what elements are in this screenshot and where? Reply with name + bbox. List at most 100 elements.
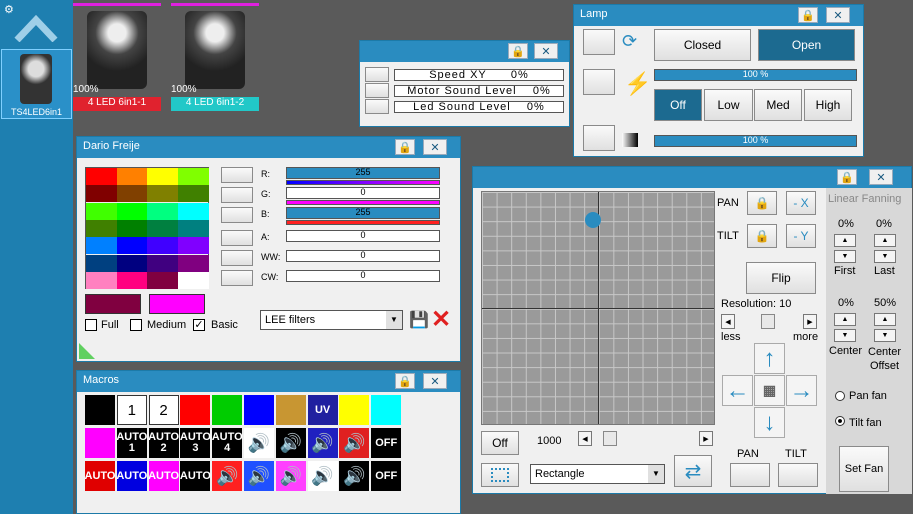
palette-swatch[interactable] xyxy=(86,168,117,185)
med-button[interactable]: Med xyxy=(754,89,802,121)
speaker-icon[interactable]: 🔊 xyxy=(307,461,338,491)
open-button[interactable]: Open xyxy=(758,29,855,61)
palette-swatch[interactable] xyxy=(147,185,178,203)
channel-value-bar[interactable]: 0 xyxy=(286,229,440,242)
resolution-left-arrow[interactable]: ◀ xyxy=(721,314,735,329)
palette-swatch[interactable] xyxy=(116,237,148,255)
arrow-right-icon[interactable]: → xyxy=(786,375,817,406)
palette-swatch[interactable] xyxy=(116,271,148,289)
speaker-icon[interactable]: 🔊 xyxy=(244,461,274,491)
channel-button[interactable] xyxy=(221,249,253,266)
gear-icon[interactable]: ⚙ xyxy=(4,3,14,16)
channel-button[interactable] xyxy=(221,270,253,286)
palette-swatch[interactable] xyxy=(177,168,209,185)
close-icon[interactable]: ✕ xyxy=(534,43,558,59)
color-palette[interactable] xyxy=(85,167,209,289)
arrow-down-icon[interactable]: ↓ xyxy=(754,407,785,438)
set-fan-button[interactable]: Set Fan xyxy=(839,446,889,492)
close-icon[interactable]: ✕ xyxy=(869,169,893,185)
macro-button[interactable]: 1 xyxy=(116,395,147,425)
palette-swatch[interactable] xyxy=(147,168,178,185)
resolution-slider-thumb[interactable] xyxy=(761,314,775,329)
palette-swatch[interactable] xyxy=(86,185,117,203)
speaker-icon[interactable]: 🔊 xyxy=(244,428,274,458)
palette-swatch[interactable] xyxy=(116,254,148,272)
palette-swatch[interactable] xyxy=(86,271,117,289)
palette-swatch[interactable] xyxy=(86,202,117,220)
pan-button[interactable] xyxy=(730,463,770,487)
palette-swatch[interactable] xyxy=(147,271,178,289)
flip-button[interactable]: Flip xyxy=(746,262,816,294)
lock-icon[interactable]: 🔒 xyxy=(798,7,818,23)
palette-swatch[interactable] xyxy=(86,219,117,237)
pan-lock-button[interactable]: 🔒 xyxy=(747,191,777,215)
last-down-arrow[interactable]: ▼ xyxy=(874,250,896,263)
shuffle-button[interactable]: ⇄ xyxy=(674,455,712,487)
fixture-thumb-selected[interactable]: TS4LED6in1 xyxy=(1,49,72,119)
channel-button[interactable] xyxy=(221,187,253,204)
macro-button[interactable]: OFF xyxy=(371,428,402,458)
palette-swatch[interactable] xyxy=(177,219,209,237)
macro-button[interactable]: 2 xyxy=(148,395,179,425)
palette-swatch[interactable] xyxy=(177,271,209,289)
center-down-arrow[interactable]: ▼ xyxy=(834,329,856,342)
macro-button[interactable] xyxy=(244,395,274,425)
palette-swatch[interactable] xyxy=(116,168,148,185)
macro-button[interactable]: OFF xyxy=(371,461,402,491)
palette-swatch[interactable] xyxy=(116,219,148,237)
filter-select[interactable]: LEE filters ▼ xyxy=(260,310,403,330)
channel-button[interactable] xyxy=(221,207,253,224)
macro-button[interactable] xyxy=(85,428,115,458)
tilt-button[interactable] xyxy=(778,463,818,487)
channel-value-bar[interactable]: 0 xyxy=(286,270,440,282)
macro-button[interactable] xyxy=(212,395,243,425)
center-up-arrow[interactable]: ▲ xyxy=(834,313,856,326)
macro-button[interactable]: AUTO 1 xyxy=(116,428,147,458)
speaker-icon[interactable]: 🔊 xyxy=(275,428,306,458)
offset-up-arrow[interactable]: ▲ xyxy=(874,313,896,326)
lock-icon[interactable]: 🔒 xyxy=(395,139,415,155)
channel-button[interactable] xyxy=(221,167,253,183)
off-button[interactable]: Off xyxy=(481,431,519,455)
medium-checkbox[interactable] xyxy=(130,319,142,331)
macro-button[interactable]: AUTO xyxy=(180,461,211,491)
first-up-arrow[interactable]: ▲ xyxy=(834,234,856,247)
lock-icon[interactable]: 🔒 xyxy=(837,169,857,185)
minus-x-button[interactable]: - X xyxy=(786,191,816,215)
dimmer-button[interactable] xyxy=(583,125,615,151)
lamp-reset-button[interactable] xyxy=(583,29,615,55)
dimmer-bar[interactable]: 100 % xyxy=(654,135,857,147)
palette-swatch[interactable] xyxy=(116,202,148,220)
speed-xy-button[interactable] xyxy=(365,67,389,82)
macro-button[interactable]: AUTO 3 xyxy=(180,428,211,458)
shape-select[interactable]: Rectangle ▼ xyxy=(530,464,665,484)
tilt-fan-radio[interactable] xyxy=(835,416,845,426)
first-down-arrow[interactable]: ▼ xyxy=(834,250,856,263)
channel-value-bar[interactable]: 0 xyxy=(286,249,440,262)
close-icon[interactable]: ✕ xyxy=(423,139,447,155)
macro-button[interactable] xyxy=(371,395,402,425)
macro-button[interactable]: AUTO 4 xyxy=(212,428,243,458)
motor-sound-button[interactable] xyxy=(365,83,389,98)
channel-value-bar[interactable]: 255 xyxy=(286,167,440,179)
speaker-icon[interactable]: 🔊 xyxy=(339,461,370,491)
speaker-icon[interactable]: 🔊 xyxy=(212,461,243,491)
resize-grip-icon[interactable] xyxy=(79,343,95,359)
speaker-icon[interactable]: 🔊 xyxy=(307,428,338,458)
lock-icon[interactable]: 🔒 xyxy=(395,373,415,389)
arrow-up-icon[interactable]: ↑ xyxy=(754,343,785,374)
macro-button[interactable]: AUTO xyxy=(85,461,115,491)
delete-icon[interactable]: ✕ xyxy=(431,305,451,334)
macro-button[interactable] xyxy=(339,395,370,425)
lock-icon[interactable]: 🔒 xyxy=(508,43,528,59)
macro-button[interactable]: UV xyxy=(307,395,338,425)
xy-cursor[interactable] xyxy=(585,212,601,228)
palette-swatch[interactable] xyxy=(177,254,209,272)
collapse-up-icon[interactable] xyxy=(14,10,58,43)
palette-swatch[interactable] xyxy=(86,254,117,272)
tilt-lock-button[interactable]: 🔒 xyxy=(747,224,777,248)
arrow-left-icon[interactable]: ← xyxy=(722,375,753,406)
palette-swatch[interactable] xyxy=(147,237,178,255)
low-button[interactable]: Low xyxy=(704,89,753,121)
speed-left-arrow[interactable]: ◀ xyxy=(578,431,592,446)
